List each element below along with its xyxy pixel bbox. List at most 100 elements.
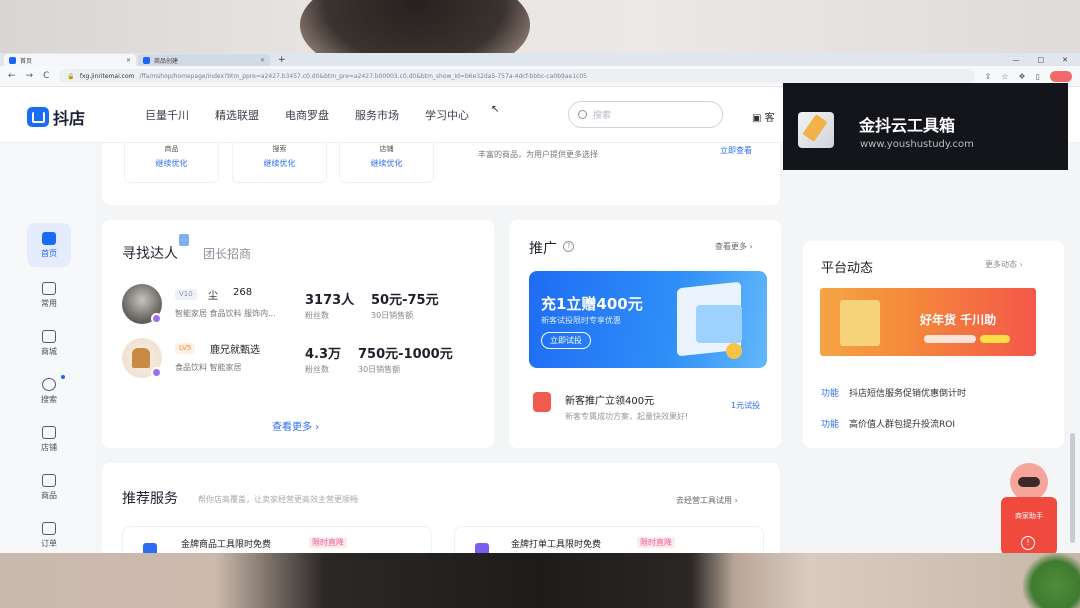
optimization-strip: 商品 继续优化 搜索 继续优化 店铺 继续优化 丰富的商品，为用户提供更多选择 …	[102, 143, 780, 205]
nav-qianchuan[interactable]: 巨量千川	[145, 107, 189, 123]
camera-background-top	[0, 0, 1080, 56]
nav-learning-center[interactable]: 学习中心	[425, 107, 469, 123]
verified-icon	[151, 313, 162, 324]
view-more-link[interactable]: 查看更多 ›	[715, 241, 753, 252]
sidebar-item-label: 搜索	[41, 394, 57, 404]
sidebar-item-home[interactable]: 首页	[27, 223, 71, 267]
toolbox-logo-icon	[798, 112, 834, 148]
verified-icon	[151, 367, 162, 378]
bag-icon	[42, 473, 56, 487]
watermark-title: 金抖云工具箱	[859, 116, 956, 135]
sidebar-item-label: 首页	[41, 248, 57, 258]
logo[interactable]: 抖店	[27, 105, 85, 129]
optimize-title: 商品	[164, 145, 179, 153]
promotion-card: 推广 ? 查看更多 › 充1立赠400元 新客试投限时专享优惠 立即试投 新客推…	[509, 220, 781, 448]
news-text: 抖店短信服务促销优惠倒计时	[849, 389, 967, 399]
new-tab-button[interactable]: +	[272, 54, 292, 66]
share-icon[interactable]: ⇧	[985, 72, 992, 81]
close-icon[interactable]: ✕	[126, 57, 131, 64]
sidebar-item-mall[interactable]: 商城	[27, 321, 71, 365]
customer-service-label: 客	[764, 113, 775, 124]
try-now-button[interactable]: 立即试投	[541, 332, 591, 349]
search-icon	[578, 110, 587, 119]
close-window-button[interactable]: ✕	[1062, 54, 1068, 66]
optimize-card-search: 搜索 继续优化	[232, 143, 327, 183]
reload-button[interactable]: C	[43, 71, 49, 81]
customer-service-link[interactable]: ▣ 客	[752, 109, 775, 124]
home-icon	[42, 231, 56, 245]
trial-link[interactable]: 1元试投	[731, 400, 760, 411]
merchant-helper-widget[interactable]: 商家助手 !	[1001, 463, 1057, 553]
more-news-link[interactable]: 更多动态 ›	[985, 259, 1023, 270]
tab-home[interactable]: 首页 ✕	[4, 54, 136, 66]
tab-group-leader[interactable]: 团长招商	[203, 245, 251, 262]
robot-eyes-icon	[1018, 477, 1040, 487]
news-banner[interactable]: 好年货 千川助	[820, 288, 1036, 356]
back-button[interactable]: ←	[8, 71, 16, 81]
section-title: 推广	[529, 241, 557, 257]
notification-dot	[61, 375, 65, 379]
tab-product[interactable]: 商品创建 ✕	[138, 54, 270, 66]
favicon-icon	[9, 56, 16, 64]
search-input[interactable]: 搜索	[568, 101, 723, 128]
find-talent-card: 寻找达人 团长招商 V10 尘 268 智能家居 食品饮料 服饰内... 317…	[102, 220, 494, 448]
nav-service-market[interactable]: 服务市场	[355, 107, 399, 123]
section-title: 平台动态	[821, 261, 874, 276]
sidebar-item-orders[interactable]: 订单	[27, 513, 71, 553]
maximize-button[interactable]: □	[1038, 54, 1045, 66]
extensions-icon[interactable]: ❖	[1018, 72, 1025, 81]
tab-bar: 首页 ✕ 商品创建 ✕ + — □ ✕	[0, 53, 1080, 66]
scrollbar[interactable]	[1070, 433, 1075, 543]
service-item[interactable]: 金牌打单工具限时免费 限时直降	[454, 526, 764, 553]
view-more-link[interactable]: 查看更多 ›	[272, 418, 319, 433]
top-nav: 巨量千川 精选联盟 电商罗盘 服务市场 学习中心	[145, 107, 469, 123]
continue-optimize-link[interactable]: 继续优化	[125, 158, 218, 169]
nav-alliance[interactable]: 精选联盟	[215, 107, 259, 123]
fans-value: 3173人	[305, 293, 355, 308]
continue-optimize-link[interactable]: 继续优化	[340, 158, 433, 169]
profile-button[interactable]	[1050, 70, 1072, 82]
news-item[interactable]: 功能 高价值人群包提升投流ROI	[821, 417, 955, 430]
banner-pill	[980, 335, 1010, 343]
house-icon	[42, 329, 56, 343]
sidebar-item-products[interactable]: 商品	[27, 465, 71, 509]
talent-row[interactable]: V10 尘 268 智能家居 食品饮料 服饰内... 3173人 粉丝数 50元…	[122, 284, 482, 332]
url-host: fxg.jinritemai.com	[79, 72, 135, 80]
section-title[interactable]: 寻找达人	[122, 243, 178, 263]
minimize-button[interactable]: —	[1013, 54, 1020, 66]
talent-name: 尘	[208, 291, 218, 302]
service-tag: 限时直降	[637, 537, 675, 548]
sidebar-item-shop[interactable]: 店铺	[27, 417, 71, 461]
logo-icon	[27, 107, 49, 127]
continue-optimize-link[interactable]: 继续优化	[233, 158, 326, 169]
optimize-title: 搜索	[272, 145, 287, 153]
banner-subtitle: 新客试投限时专享优惠	[541, 316, 621, 325]
gift-box-icon	[840, 300, 880, 346]
banner-headline: 充1立赠400元	[541, 295, 643, 313]
talent-row[interactable]: LV5 鹿兄就甄选 食品饮料 智能家居 4.3万 粉丝数 750元-1000元 …	[122, 338, 482, 386]
banner-text: 好年货 千川助	[920, 313, 997, 327]
forward-button[interactable]: →	[26, 71, 34, 81]
tools-trial-link[interactable]: 去经营工具试用 ›	[676, 495, 738, 506]
sales-value: 50元-75元	[371, 293, 439, 308]
sidebar-icon[interactable]: ▯	[1036, 72, 1040, 81]
right-column: 平台动态 更多动态 › 好年货 千川助 功能 抖店短信服务促销优惠倒计时 功能 高价…	[786, 143, 1080, 553]
sidebar-item-common[interactable]: 常用	[27, 273, 71, 317]
alert-icon[interactable]: !	[1021, 536, 1035, 550]
news-item[interactable]: 功能 抖店短信服务促销优惠倒计时	[821, 386, 966, 399]
help-icon[interactable]: ?	[563, 241, 574, 252]
service-icon	[475, 543, 489, 553]
sidebar-item-search[interactable]: 搜索	[27, 369, 71, 413]
level-badge: V10	[175, 289, 197, 300]
url-field[interactable]: 🔒 fxg.jinritemai.com /ffa/mshop/homepage…	[59, 69, 975, 83]
promo-banner[interactable]: 充1立赠400元 新客试投限时专享优惠 立即试投	[529, 271, 767, 368]
helper-label: 商家助手	[1015, 512, 1043, 520]
service-item[interactable]: 金牌商品工具限时免费 限时直降	[122, 526, 432, 553]
view-now-link[interactable]: 立即查看	[720, 145, 752, 156]
star-icon[interactable]: ☆	[1001, 72, 1008, 81]
fans-label: 粉丝数	[305, 311, 329, 320]
nav-compass[interactable]: 电商罗盘	[285, 107, 329, 123]
window-controls: — □ ✕	[1013, 54, 1080, 66]
watermark-overlay: 金抖云工具箱 www.youshustudy.com	[783, 83, 1068, 170]
close-icon[interactable]: ✕	[260, 57, 265, 64]
